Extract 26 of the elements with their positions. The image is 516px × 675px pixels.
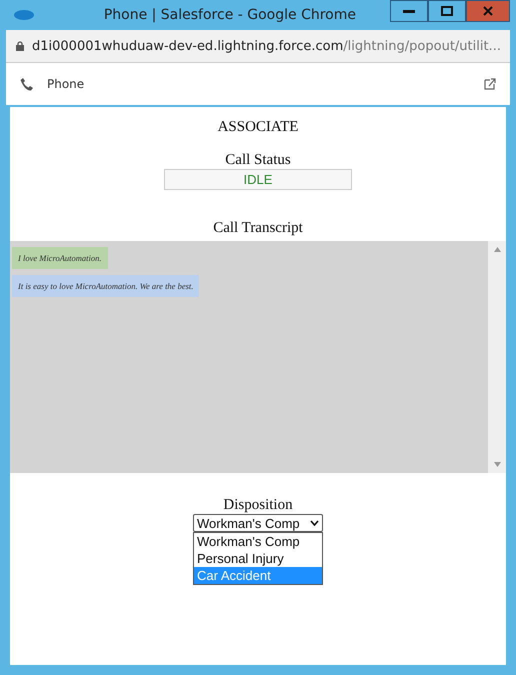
maximize-icon [441, 6, 453, 16]
close-icon [483, 6, 493, 16]
close-button[interactable] [466, 0, 510, 22]
disposition-label: Disposition [223, 497, 293, 514]
minimize-button[interactable] [390, 0, 428, 22]
window-title: Phone | Salesforce - Google Chrome [104, 7, 356, 23]
role-heading: ASSOCIATE [218, 119, 298, 136]
phone-icon [20, 78, 33, 90]
dropdown-option[interactable]: Personal Injury [194, 550, 322, 567]
caret-icon [310, 520, 319, 526]
minimize-icon [403, 10, 415, 12]
cloud-icon [14, 10, 34, 20]
maximize-button[interactable] [428, 0, 466, 22]
scrollbar[interactable] [488, 241, 506, 473]
lock-icon [16, 41, 24, 51]
panel-title: Phone [47, 77, 86, 91]
dropdown-option[interactable]: Workman's Comp [194, 533, 322, 550]
disposition-select[interactable]: Workman's Comp [193, 514, 323, 532]
transcript-label: Call Transcript [213, 220, 303, 237]
message-bubble: I love MicroAutomation. [12, 247, 108, 269]
scroll-down-icon[interactable] [494, 462, 500, 467]
status-field: IDLE [164, 169, 352, 190]
scroll-up-icon[interactable] [494, 247, 500, 252]
status-label: Call Status [225, 152, 291, 169]
message-bubble: It is easy to love MicroAutomation. We are the best. [12, 275, 200, 297]
popout-icon[interactable] [484, 78, 496, 90]
